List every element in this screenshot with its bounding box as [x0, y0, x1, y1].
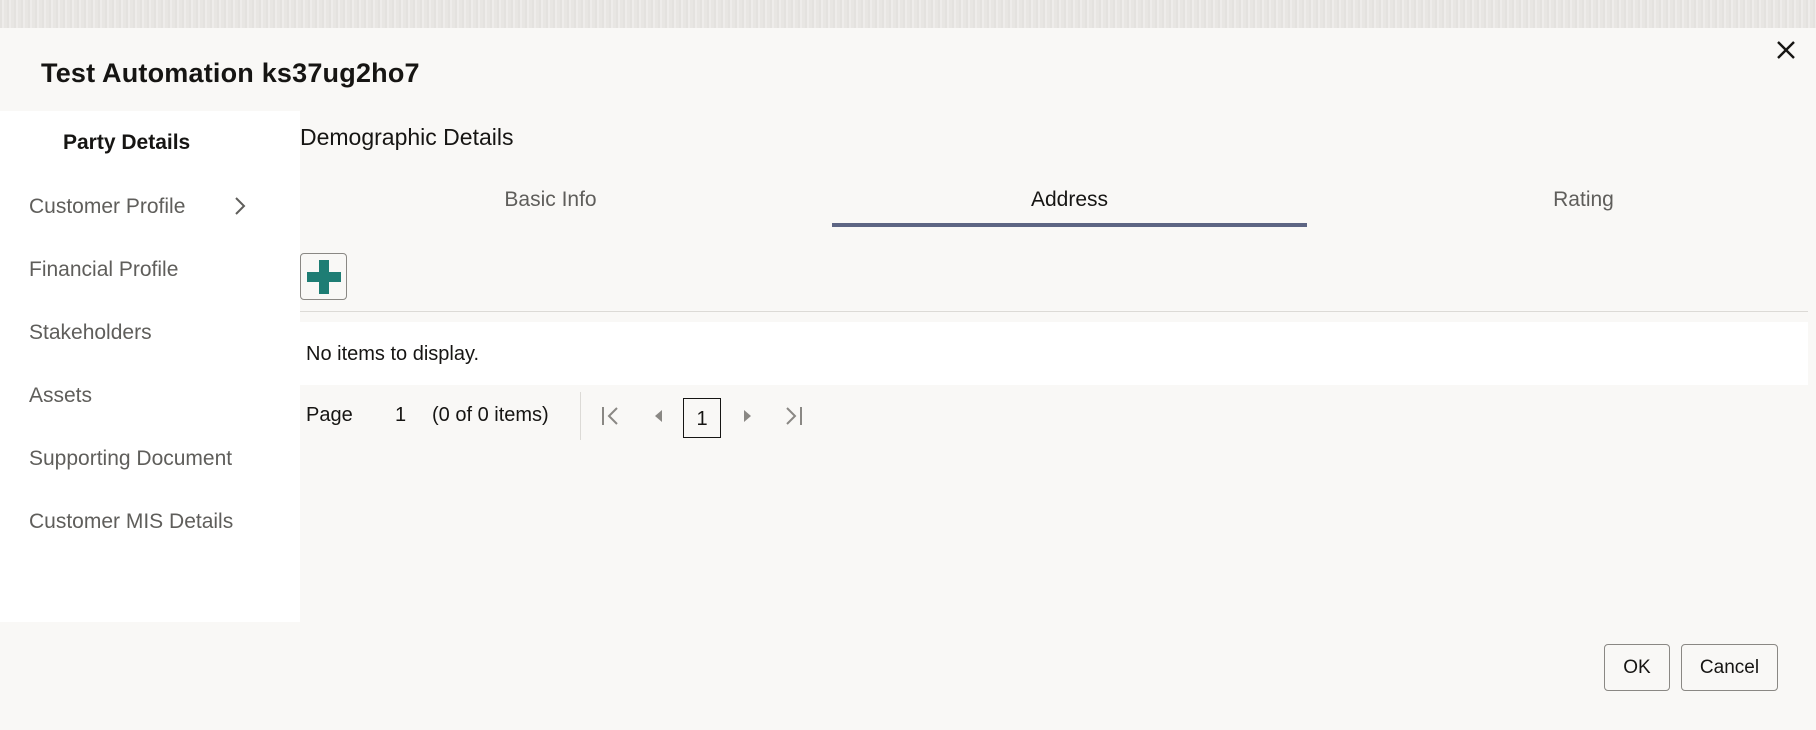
cancel-button[interactable]: Cancel: [1681, 644, 1778, 691]
chevron-right-icon: [233, 195, 247, 223]
sidebar: Party Details Customer Profile Financial…: [0, 111, 300, 622]
page-value: 1: [395, 404, 407, 426]
ok-button[interactable]: OK: [1604, 644, 1670, 691]
active-tab-indicator: [832, 223, 1307, 227]
divider: [300, 311, 1808, 312]
dialog-title: Test Automation ks37ug2ho7: [41, 58, 420, 88]
tab-address[interactable]: Address: [832, 188, 1307, 212]
tab-rating[interactable]: Rating: [1346, 188, 1816, 212]
items-count: (0 of 0 items): [432, 404, 549, 426]
sidebar-item-customer-profile[interactable]: Customer Profile: [29, 195, 269, 219]
pager-separator: [580, 392, 581, 440]
current-page-button[interactable]: 1: [683, 398, 721, 438]
sidebar-header: Party Details: [63, 131, 191, 154]
table-empty-row: No items to display.: [300, 322, 1808, 385]
next-page-icon[interactable]: [740, 404, 754, 434]
empty-message: No items to display.: [306, 343, 480, 365]
add-address-button[interactable]: [300, 253, 347, 300]
tab-basic-info[interactable]: Basic Info: [313, 188, 788, 212]
page-label: Page: [306, 404, 353, 426]
sidebar-item-financial-profile[interactable]: Financial Profile: [29, 258, 269, 282]
previous-page-icon[interactable]: [652, 404, 666, 434]
sidebar-item-customer-mis-details[interactable]: Customer MIS Details: [29, 510, 269, 534]
close-icon[interactable]: [1772, 36, 1800, 64]
section-title: Demographic Details: [300, 124, 514, 150]
first-page-icon[interactable]: [600, 404, 622, 434]
plus-icon: [307, 260, 341, 294]
sidebar-item-supporting-document[interactable]: Supporting Document: [29, 447, 269, 471]
sidebar-item-assets[interactable]: Assets: [29, 384, 269, 408]
background-overlay: [0, 0, 1816, 28]
sidebar-item-stakeholders[interactable]: Stakeholders: [29, 321, 269, 345]
last-page-icon[interactable]: [782, 404, 804, 434]
sidebar-item-label: Customer Profile: [29, 195, 186, 218]
